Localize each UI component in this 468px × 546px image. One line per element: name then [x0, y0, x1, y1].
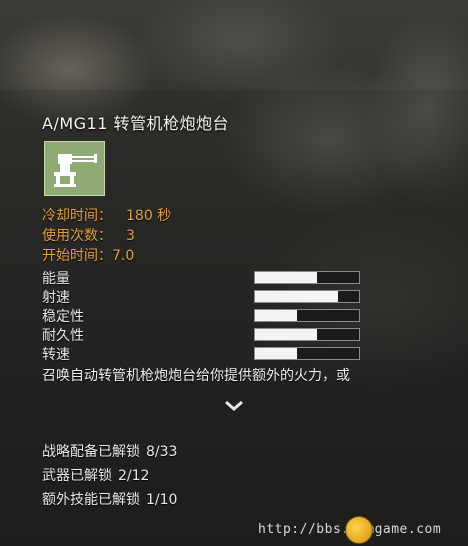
stat-bar-fill — [255, 291, 339, 302]
stat-bars: 能量 射速 稳定性 耐久性 转速 — [42, 268, 360, 363]
stat-row: 转速 — [42, 344, 360, 363]
strategy-unlock-label: 战略配备已解锁 — [42, 444, 140, 460]
strategy-unlock-row: 战略配备已解锁 8/33 — [42, 440, 177, 464]
stat-bar-fill — [255, 348, 297, 359]
unlock-progress: 战略配备已解锁 8/33 武器已解锁 2/12 额外技能已解锁 1/10 — [42, 440, 177, 512]
weapons-unlock-row: 武器已解锁 2/12 — [42, 464, 177, 488]
site-logo — [345, 516, 373, 544]
uses-label: 使用次数： — [42, 228, 112, 244]
stat-label: 射速 — [42, 289, 70, 306]
weapons-unlock-value: 2/12 — [118, 468, 150, 484]
stat-bar — [254, 328, 360, 341]
start-value: 7.0 — [112, 248, 135, 264]
skills-unlock-value: 1/10 — [146, 492, 178, 508]
stat-label: 转速 — [42, 346, 70, 363]
item-title: A/MG11 转管机枪炮炮台 — [42, 114, 229, 133]
uses-value: 3 — [126, 228, 135, 244]
turret-icon — [44, 141, 105, 196]
start-row: 开始时间：7.0 — [42, 246, 171, 266]
stat-bar — [254, 347, 360, 360]
strategy-unlock-value: 8/33 — [146, 444, 178, 460]
stat-label: 能量 — [42, 270, 70, 287]
stat-row: 耐久性 — [42, 325, 360, 344]
cooldown-value: 180 秒 — [126, 208, 172, 224]
cooldown-label: 冷却时间： — [42, 208, 112, 224]
stat-label: 稳定性 — [42, 308, 84, 325]
stat-bar-fill — [255, 272, 318, 283]
cooldown-row: 冷却时间： 180 秒 — [42, 206, 171, 226]
chevron-down-icon[interactable] — [222, 398, 246, 414]
stat-label: 耐久性 — [42, 327, 84, 344]
stat-bar — [254, 290, 360, 303]
stat-row: 稳定性 — [42, 306, 360, 325]
skills-unlock-label: 额外技能已解锁 — [42, 492, 140, 508]
skills-unlock-row: 额外技能已解锁 1/10 — [42, 488, 177, 512]
stat-bar-fill — [255, 329, 318, 340]
start-label: 开始时间： — [42, 248, 112, 264]
item-timing: 冷却时间： 180 秒 使用次数： 3 开始时间：7.0 — [42, 206, 171, 266]
stat-row: 射速 — [42, 287, 360, 306]
stat-row: 能量 — [42, 268, 360, 287]
description-cutoff — [42, 386, 422, 392]
stat-bar — [254, 271, 360, 284]
uses-row: 使用次数： 3 — [42, 226, 171, 246]
weapons-unlock-label: 武器已解锁 — [42, 468, 112, 484]
stat-bar-fill — [255, 310, 297, 321]
stat-bar — [254, 309, 360, 322]
